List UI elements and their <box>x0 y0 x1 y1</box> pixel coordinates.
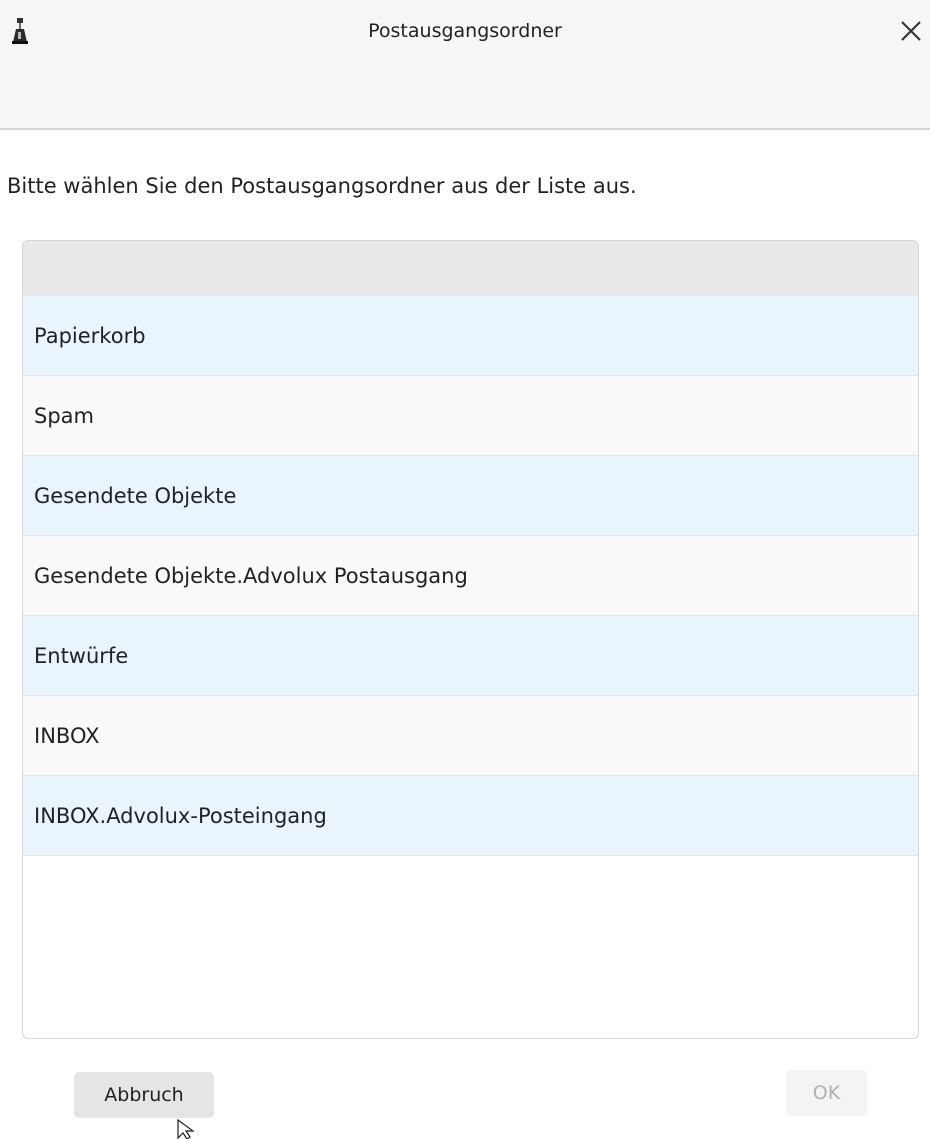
list-item[interactable]: INBOX <box>23 696 918 776</box>
ok-button[interactable]: OK <box>786 1070 867 1116</box>
title-bar: Postausgangsordner <box>0 0 930 130</box>
window-title: Postausgangsordner <box>368 20 562 42</box>
list-item[interactable]: Gesendete Objekte <box>23 456 918 536</box>
list-item[interactable]: INBOX.Advolux-Posteingang <box>23 776 918 856</box>
list-item[interactable]: Spam <box>23 376 918 456</box>
cancel-button[interactable]: Abbruch <box>74 1072 214 1118</box>
list-header <box>23 241 918 296</box>
close-icon[interactable] <box>898 18 924 44</box>
mouse-cursor-icon <box>177 1119 195 1139</box>
instruction-text: Bitte wählen Sie den Postausgangsordner … <box>7 174 637 198</box>
list-item[interactable]: Entwürfe <box>23 616 918 696</box>
list-item[interactable]: Gesendete Objekte.Advolux Postausgang <box>23 536 918 616</box>
list-item[interactable]: Papierkorb <box>23 296 918 376</box>
folder-list[interactable]: Papierkorb Spam Gesendete Objekte Gesend… <box>22 240 919 1039</box>
